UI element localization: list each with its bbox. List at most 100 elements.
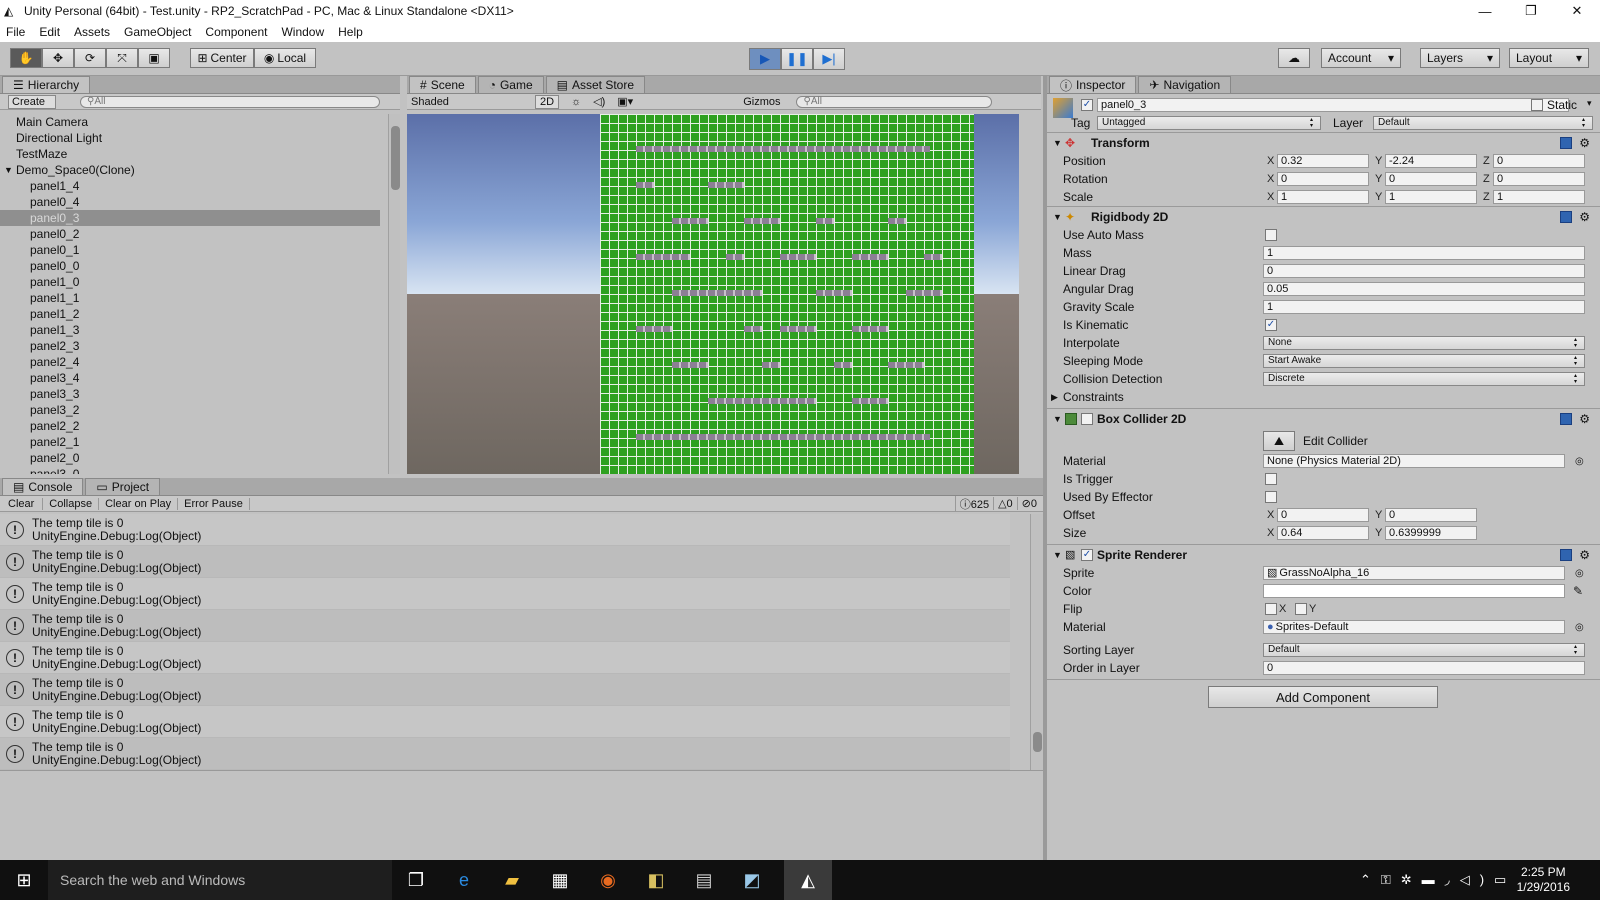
scale-z-field[interactable]: 1: [1493, 190, 1585, 204]
rigidbody-header[interactable]: ▼ ✦ Rigidbody 2D ⚙: [1047, 206, 1600, 226]
box-collider-header[interactable]: ▼ Box Collider 2D ⚙: [1047, 408, 1600, 428]
hierarchy-item[interactable]: panel3_3: [0, 386, 380, 402]
tab-game[interactable]: ◔ Game: [477, 76, 544, 93]
offset-x-field[interactable]: 0: [1277, 508, 1369, 522]
gravity-scale-field[interactable]: 1: [1263, 300, 1585, 314]
scale-x-field[interactable]: 1: [1277, 190, 1369, 204]
console-log-entry[interactable]: ! The temp tile is 0 UnityEngine.Debug:Log…: [0, 610, 1010, 642]
size-y-field[interactable]: 0.6399999: [1385, 526, 1477, 540]
clear-on-play-button[interactable]: Clear on Play: [99, 497, 179, 510]
console-log-entry[interactable]: ! The temp tile is 0 UnityEngine.Debug:Log…: [0, 514, 1010, 546]
info-count-toggle[interactable]: ⓘ625: [954, 495, 993, 512]
edit-collider-button[interactable]: ⛰: [1263, 431, 1295, 451]
rotation-x-field[interactable]: 0: [1277, 172, 1369, 186]
offset-y-field[interactable]: 0: [1385, 508, 1477, 522]
edge-browser-icon[interactable]: e: [452, 868, 476, 892]
hierarchy-item[interactable]: panel2_3: [0, 338, 380, 354]
app-notes-icon[interactable]: ◩: [740, 868, 764, 892]
sprite-field[interactable]: ▧ GrassNoAlpha_16: [1263, 566, 1565, 580]
help-book-icon[interactable]: [1560, 210, 1572, 223]
maximize-button[interactable]: ❐: [1508, 0, 1554, 22]
store-icon[interactable]: ▦: [548, 868, 572, 892]
hierarchy-item[interactable]: panel2_4: [0, 354, 380, 370]
scene-search-input[interactable]: ⚲All: [796, 95, 993, 108]
tab-scene[interactable]: # Scene: [409, 76, 476, 93]
menu-component[interactable]: Component: [205, 25, 267, 39]
sleeping-mode-dropdown[interactable]: Start Awake: [1263, 354, 1585, 368]
hierarchy-item[interactable]: panel2_1: [0, 434, 380, 450]
hierarchy-item[interactable]: panel0_4: [0, 194, 380, 210]
layers-dropdown[interactable]: Layers ▾: [1420, 48, 1500, 68]
tab-asset-store[interactable]: ▤ Asset Store: [545, 76, 646, 93]
tab-hierarchy[interactable]: ☰ Hierarchy: [2, 76, 91, 93]
hierarchy-item[interactable]: Main Camera: [0, 114, 380, 130]
tab-console[interactable]: ▤ Console: [2, 478, 84, 495]
hierarchy-scroll-thumb[interactable]: [391, 126, 400, 190]
cloud-icon[interactable]: ☁: [1278, 48, 1310, 68]
linear-drag-field[interactable]: 0: [1263, 264, 1585, 278]
shading-dropdown[interactable]: Shaded: [411, 96, 527, 108]
hierarchy-item[interactable]: Directional Light: [0, 130, 380, 146]
console-log-entry[interactable]: ! The temp tile is 0 UnityEngine.Debug:Log…: [0, 578, 1010, 610]
tab-navigation[interactable]: ✈ Navigation: [1138, 76, 1232, 93]
hierarchy-item[interactable]: panel2_2: [0, 418, 380, 434]
hierarchy-item[interactable]: panel0_0: [0, 258, 380, 274]
mode-2d-toggle[interactable]: 2D: [535, 94, 560, 109]
flip-x-checkbox[interactable]: [1265, 603, 1277, 615]
minimize-button[interactable]: —: [1462, 0, 1508, 22]
color-swatch[interactable]: [1263, 584, 1565, 598]
eyedropper-icon[interactable]: ✎: [1573, 584, 1583, 598]
unity-taskbar-item[interactable]: ◭: [784, 860, 832, 900]
audio-icon[interactable]: ◁): [593, 95, 605, 108]
console-scroll-thumb[interactable]: [1033, 732, 1042, 752]
constraints-row[interactable]: ▶ Constraints: [1047, 388, 1600, 406]
collision-detection-dropdown[interactable]: Discrete: [1263, 372, 1585, 386]
position-x-field[interactable]: 0.32: [1277, 154, 1369, 168]
menu-edit[interactable]: Edit: [39, 25, 60, 39]
interpolate-dropdown[interactable]: None: [1263, 336, 1585, 350]
pause-button[interactable]: ❚❚: [781, 48, 813, 70]
account-dropdown[interactable]: Account ▾: [1321, 48, 1401, 68]
console-scrollbar[interactable]: [1030, 514, 1043, 770]
taskbar-search-input[interactable]: Search the web and Windows: [48, 860, 392, 900]
mass-field[interactable]: 1: [1263, 246, 1585, 260]
tab-inspector[interactable]: ⓘ Inspector: [1049, 76, 1137, 93]
menu-file[interactable]: File: [6, 25, 25, 39]
expand-triangle-icon[interactable]: ▶: [1051, 392, 1058, 403]
create-dropdown[interactable]: Create: [8, 94, 57, 109]
static-checkbox[interactable]: [1531, 99, 1543, 111]
app-folder-icon[interactable]: ◧: [644, 868, 668, 892]
windows-start-icon[interactable]: ⊞: [12, 868, 36, 892]
task-view-icon[interactable]: ❐: [404, 868, 428, 892]
error-count-toggle[interactable]: ⊘0: [1016, 497, 1043, 510]
add-component-button[interactable]: Add Component: [1208, 686, 1438, 708]
active-checkbox[interactable]: ✓: [1081, 99, 1093, 111]
collider-material-field[interactable]: None (Physics Material 2D): [1263, 454, 1565, 468]
gear-icon[interactable]: ⚙: [1579, 548, 1590, 562]
tag-dropdown[interactable]: Untagged: [1097, 116, 1321, 130]
collapse-triangle-icon[interactable]: ▼: [1053, 550, 1062, 560]
help-book-icon[interactable]: [1560, 136, 1572, 149]
menu-gameobject[interactable]: GameObject: [124, 25, 191, 39]
angular-drag-field[interactable]: 0.05: [1263, 282, 1585, 296]
hierarchy-item[interactable]: ▼ Demo_Space0(Clone): [0, 162, 380, 178]
scale-y-field[interactable]: 1: [1385, 190, 1477, 204]
box-collider-enabled-checkbox[interactable]: [1081, 413, 1093, 425]
layer-dropdown[interactable]: Default: [1373, 116, 1593, 130]
hand-tool-icon[interactable]: ✋: [10, 48, 42, 68]
object-picker-icon[interactable]: ◎: [1575, 568, 1584, 579]
hierarchy-search-input[interactable]: ⚲All: [80, 95, 381, 108]
gizmos-dropdown[interactable]: Gizmos: [743, 96, 780, 108]
help-book-icon[interactable]: [1560, 412, 1572, 425]
system-tray-icons[interactable]: ⌃⚿✲▬◞◁)▭: [1360, 872, 1516, 888]
gear-icon[interactable]: ⚙: [1579, 412, 1590, 426]
hierarchy-item[interactable]: panel3_2: [0, 402, 380, 418]
hierarchy-item[interactable]: panel1_1: [0, 290, 380, 306]
size-x-field[interactable]: 0.64: [1277, 526, 1369, 540]
hierarchy-item[interactable]: panel1_4: [0, 178, 380, 194]
app-window-icon[interactable]: ▤: [692, 868, 716, 892]
chevron-down-icon[interactable]: ▾: [1587, 98, 1592, 109]
hierarchy-item[interactable]: panel0_1: [0, 242, 380, 258]
close-button[interactable]: ✕: [1554, 0, 1600, 22]
firefox-icon[interactable]: ◉: [596, 868, 620, 892]
